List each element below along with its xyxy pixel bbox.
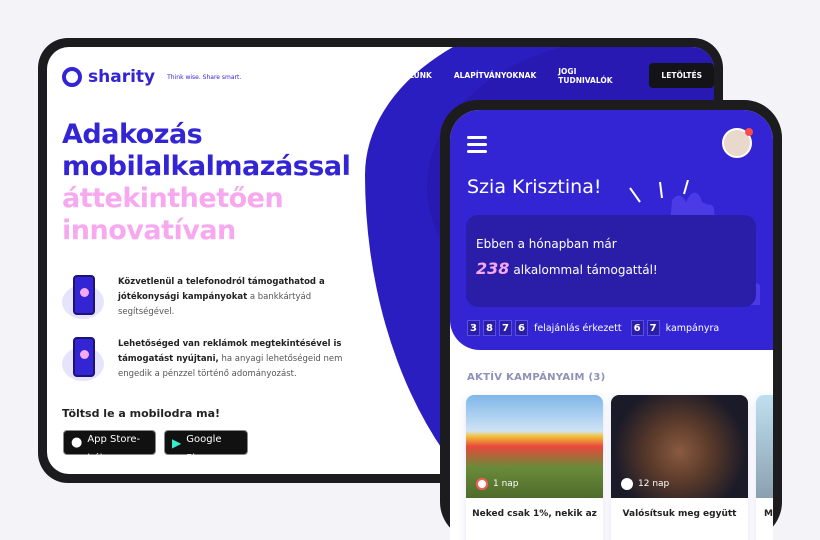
digit: 8: [483, 320, 496, 336]
phone-heart-hand-icon: [62, 275, 106, 319]
phone-play-icon: [62, 337, 106, 381]
nav-jogi-tudnivalok[interactable]: JOGI TUDNIVALÓK: [558, 67, 627, 85]
notification-dot: [745, 128, 753, 136]
top-nav: RÓLUNK ALAPÍTVÁNYOKNAK JOGI TUDNIVALÓK L…: [397, 63, 714, 88]
days-left: 1 nap: [493, 479, 519, 489]
feature-item: Lehetőséged van reklámok megtekintésével…: [62, 337, 362, 382]
campaign-title: Neked csak 1%, nekik az: [472, 509, 597, 519]
days-left: 12 nap: [638, 479, 670, 489]
nav-rolunk[interactable]: RÓLUNK: [397, 71, 432, 80]
stats-line1: Ebben a hónapban már: [476, 237, 617, 251]
apple-icon: ●: [71, 435, 83, 450]
digit: 3: [467, 320, 480, 336]
feature-item: Közvetlenül a telefonodról támogathatod …: [62, 275, 362, 320]
google-play-icon: ▶: [172, 435, 182, 450]
headline-accent-line: áttekinthetően: [62, 183, 284, 214]
campaign-label: kampányra: [665, 322, 720, 334]
headline-accent-line: innovatívan: [62, 215, 236, 246]
google-play-button[interactable]: ▶ SZEREZD MEG: Google Play: [164, 421, 248, 464]
phone-frame: Szia Krisztina! Ebben a hónapban már 238…: [440, 100, 782, 540]
nav-alapitvanyoknak[interactable]: ALAPÍTVÁNYOKNAK: [454, 71, 536, 80]
clock-icon: [621, 478, 633, 490]
app-screen: Szia Krisztina! Ebben a hónapban már 238…: [450, 110, 773, 540]
digit: 6: [630, 320, 644, 336]
greeting: Szia Krisztina!: [467, 176, 602, 198]
campaign-image: 1 nap: [466, 395, 603, 498]
offers-label: felajánlás érkezett: [534, 322, 622, 334]
monthly-stats-card: Ebben a hónapban már 238 alkalommal támog…: [466, 215, 756, 307]
digit: 7: [646, 320, 660, 336]
stats-number: 238: [476, 259, 510, 278]
section-title: AKTÍV KAMPÁNYAIM (3): [467, 372, 606, 383]
app-store-small: Letölthető az: [87, 420, 121, 427]
google-play-small: SZEREZD MEG:: [186, 420, 225, 427]
digit: 7: [499, 320, 512, 336]
app-store-button[interactable]: ● Letölthető az App Store-ból: [63, 421, 156, 464]
google-play-label: Google Play: [186, 433, 222, 464]
logo-text: sharity: [88, 67, 156, 87]
headline-line: mobilalkalmazással: [62, 151, 351, 182]
download-button[interactable]: LETÖLTÉS: [649, 63, 714, 88]
sharity-logo-icon: [62, 67, 82, 87]
headline-line: Adakozás: [62, 119, 203, 150]
avatar[interactable]: [722, 128, 753, 158]
hamburger-menu-icon[interactable]: [467, 136, 487, 157]
headline: Adakozás mobilalkalmazással áttekinthető…: [62, 119, 351, 247]
campaign-title: Valósítsuk meg együtt: [622, 509, 737, 519]
logo[interactable]: sharity Think wise. Share smart.: [62, 67, 241, 87]
clock-icon: [476, 478, 488, 490]
campaign-image: 12 nap: [611, 395, 748, 498]
app-store-label: App Store-ból: [87, 433, 141, 464]
digit: 6: [515, 320, 528, 336]
campaign-image: [756, 395, 773, 498]
campaign-card[interactable]: 1 nap Neked csak 1%, nekik az: [466, 395, 603, 540]
campaign-card[interactable]: M: [756, 395, 773, 540]
campaign-title: M: [764, 509, 773, 519]
counter: 3 8 7 6 felajánlás érkezett 6 7 kampányr…: [467, 320, 719, 336]
app-header: Szia Krisztina! Ebben a hónapban már 238…: [450, 110, 773, 350]
tagline: Think wise. Share smart.: [167, 73, 242, 81]
stats-line2: alkalommal támogattál!: [513, 263, 658, 277]
campaign-card[interactable]: 12 nap Valósítsuk meg együtt: [611, 395, 748, 540]
download-title: Töltsd le a mobilodra ma!: [62, 407, 221, 420]
